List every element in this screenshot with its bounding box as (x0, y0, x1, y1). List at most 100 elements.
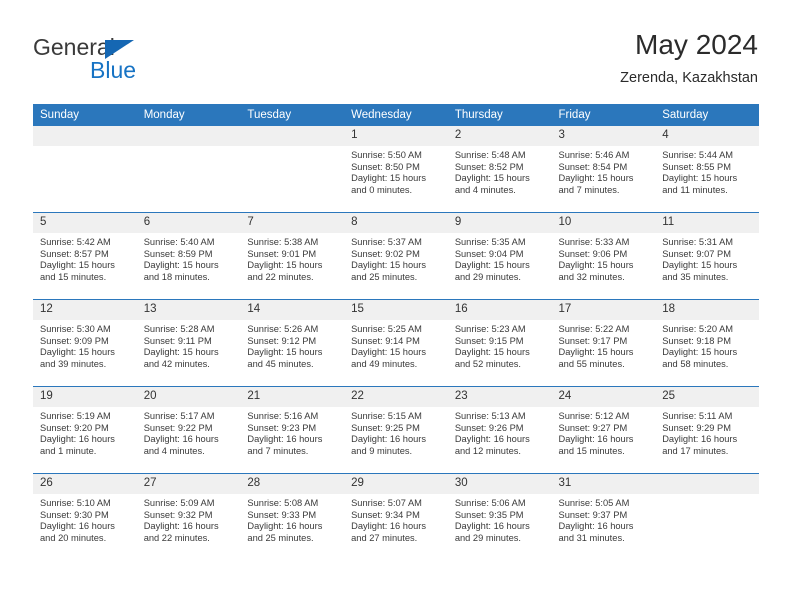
daylight-text-line2: and 0 minutes. (351, 184, 413, 195)
sunrise-text: Sunrise: 5:42 AM (40, 237, 111, 247)
calendar-day-cell[interactable]: 11 Sunrise: 5:31 AM Sunset: 9:07 PM Dayligh… (655, 212, 759, 300)
calendar-week-row: 1 Sunrise: 5:50 AM Sunset: 8:50 PM Daylight… (33, 126, 759, 213)
day-sun-info: Sunrise: 5:42 AM Sunset: 8:57 PM Daylight:… (33, 233, 137, 283)
sunrise-text: Sunrise: 5:10 AM (40, 498, 111, 508)
day-cell-content: 31 Sunrise: 5:05 AM Sunset: 9:37 PM Dayligh… (551, 474, 656, 560)
day-number: 13 (136, 300, 241, 320)
daylight-text-line2: and 9 minutes. (351, 445, 413, 456)
day-cell-content (240, 126, 345, 212)
calendar-day-cell[interactable]: 23 Sunrise: 5:13 AM Sunset: 9:26 PM Dayligh… (447, 386, 552, 474)
calendar-day-cell[interactable]: 14 Sunrise: 5:26 AM Sunset: 9:12 PM Dayligh… (240, 299, 345, 387)
daylight-text-line1: Daylight: 15 hours (351, 260, 427, 271)
calendar-day-cell[interactable]: 17 Sunrise: 5:22 AM Sunset: 9:17 PM Dayligh… (551, 299, 656, 387)
calendar-day-cell-empty (136, 126, 241, 213)
day-cell-content (33, 126, 137, 212)
daylight-text-line1: Daylight: 15 hours (247, 260, 323, 271)
day-number: 8 (344, 213, 448, 233)
calendar-day-cell[interactable]: 7 Sunrise: 5:38 AM Sunset: 9:01 PM Daylight… (240, 212, 345, 300)
sunrise-text: Sunrise: 5:15 AM (351, 411, 422, 421)
calendar-day-cell[interactable]: 19 Sunrise: 5:19 AM Sunset: 9:20 PM Dayligh… (33, 386, 137, 474)
sunrise-text: Sunrise: 5:37 AM (351, 237, 422, 247)
sunrise-text: Sunrise: 5:44 AM (662, 150, 734, 160)
calendar-day-cell[interactable]: 20 Sunrise: 5:17 AM Sunset: 9:22 PM Dayligh… (136, 386, 241, 474)
calendar-day-cell[interactable]: 13 Sunrise: 5:28 AM Sunset: 9:11 PM Dayligh… (136, 299, 241, 387)
calendar-day-cell[interactable]: 3 Sunrise: 5:46 AM Sunset: 8:54 PM Daylight… (551, 126, 656, 213)
daylight-text-line1: Daylight: 15 hours (143, 260, 219, 271)
day-cell-content: 24 Sunrise: 5:12 AM Sunset: 9:27 PM Dayligh… (551, 387, 656, 473)
calendar-day-cell[interactable]: 24 Sunrise: 5:12 AM Sunset: 9:27 PM Dayligh… (551, 386, 656, 474)
sunset-text: Sunset: 9:09 PM (40, 335, 109, 346)
sunset-text: Sunset: 9:35 PM (454, 509, 524, 520)
sunrise-text: Sunrise: 5:23 AM (454, 324, 526, 334)
calendar-day-cell[interactable]: 21 Sunrise: 5:16 AM Sunset: 9:23 PM Dayligh… (240, 386, 345, 474)
day-number: 16 (447, 300, 552, 320)
day-number: 31 (551, 474, 656, 494)
calendar-day-cell[interactable]: 22 Sunrise: 5:15 AM Sunset: 9:25 PM Dayligh… (344, 386, 448, 474)
sunset-text: Sunset: 9:23 PM (247, 422, 317, 433)
day-number: 21 (240, 387, 345, 407)
sunset-text: Sunset: 9:12 PM (247, 335, 317, 346)
daylight-text-line2: and 22 minutes. (143, 532, 210, 543)
calendar-day-cell[interactable]: 2 Sunrise: 5:48 AM Sunset: 8:52 PM Daylight… (447, 126, 552, 213)
day-number: 25 (655, 387, 759, 407)
day-number: 22 (344, 387, 448, 407)
daylight-text-line1: Daylight: 15 hours (558, 347, 634, 358)
day-sun-info: Sunrise: 5:16 AM Sunset: 9:23 PM Daylight:… (240, 407, 344, 457)
sunset-text: Sunset: 9:30 PM (40, 509, 109, 520)
day-number: 5 (33, 213, 137, 233)
page-title: May 2024 (635, 29, 758, 60)
daylight-text-line1: Daylight: 15 hours (40, 260, 115, 271)
weekday-header-thursday: Thursday (447, 104, 552, 126)
daylight-text-line2: and 31 minutes. (558, 532, 625, 543)
calendar-day-cell[interactable]: 10 Sunrise: 5:33 AM Sunset: 9:06 PM Dayligh… (551, 212, 656, 300)
day-cell-content: 5 Sunrise: 5:42 AM Sunset: 8:57 PM Daylight… (33, 213, 137, 299)
daylight-text-line2: and 12 minutes. (454, 445, 521, 456)
calendar-day-cell[interactable]: 25 Sunrise: 5:11 AM Sunset: 9:29 PM Dayligh… (655, 386, 759, 474)
sunrise-text: Sunrise: 5:08 AM (247, 498, 319, 508)
day-sun-info: Sunrise: 5:13 AM Sunset: 9:26 PM Daylight:… (448, 407, 552, 457)
calendar-day-cell[interactable]: 1 Sunrise: 5:50 AM Sunset: 8:50 PM Daylight… (344, 126, 448, 213)
sunrise-text: Sunrise: 5:50 AM (351, 150, 422, 160)
day-cell-content: 20 Sunrise: 5:17 AM Sunset: 9:22 PM Dayligh… (136, 387, 241, 473)
calendar-day-cell[interactable]: 5 Sunrise: 5:42 AM Sunset: 8:57 PM Daylight… (33, 212, 137, 300)
calendar-day-cell[interactable]: 26 Sunrise: 5:10 AM Sunset: 9:30 PM Dayligh… (33, 473, 137, 560)
calendar-day-cell[interactable]: 4 Sunrise: 5:44 AM Sunset: 8:55 PM Daylight… (655, 126, 759, 213)
daylight-text-line1: Daylight: 15 hours (40, 347, 115, 358)
day-number: 17 (551, 300, 656, 320)
daylight-text-line2: and 11 minutes. (662, 184, 728, 195)
daylight-text-line1: Daylight: 16 hours (454, 434, 530, 445)
day-number: 26 (33, 474, 137, 494)
calendar-body: 1 Sunrise: 5:50 AM Sunset: 8:50 PM Daylight… (33, 126, 759, 560)
daylight-text-line2: and 52 minutes. (454, 358, 521, 369)
daylight-text-line2: and 49 minutes. (351, 358, 418, 369)
calendar-day-cell[interactable]: 30 Sunrise: 5:06 AM Sunset: 9:35 PM Dayligh… (447, 473, 552, 560)
day-sun-info: Sunrise: 5:35 AM Sunset: 9:04 PM Daylight:… (448, 233, 552, 283)
calendar-day-cell[interactable]: 28 Sunrise: 5:08 AM Sunset: 9:33 PM Dayligh… (240, 473, 345, 560)
day-cell-content: 14 Sunrise: 5:26 AM Sunset: 9:12 PM Dayligh… (240, 300, 345, 386)
calendar-header-row: Sunday Monday Tuesday Wednesday Thursday… (33, 104, 759, 126)
calendar-day-cell[interactable]: 16 Sunrise: 5:23 AM Sunset: 9:15 PM Dayligh… (447, 299, 552, 387)
day-sun-info: Sunrise: 5:40 AM Sunset: 8:59 PM Daylight:… (137, 233, 241, 283)
sunrise-text: Sunrise: 5:33 AM (558, 237, 630, 247)
calendar-day-cell[interactable]: 12 Sunrise: 5:30 AM Sunset: 9:09 PM Dayligh… (33, 299, 137, 387)
calendar-day-cell[interactable]: 18 Sunrise: 5:20 AM Sunset: 9:18 PM Dayligh… (655, 299, 759, 387)
calendar-day-cell[interactable]: 31 Sunrise: 5:05 AM Sunset: 9:37 PM Dayligh… (551, 473, 656, 560)
calendar-day-cell[interactable]: 15 Sunrise: 5:25 AM Sunset: 9:14 PM Dayligh… (344, 299, 448, 387)
calendar-day-cell[interactable]: 27 Sunrise: 5:09 AM Sunset: 9:32 PM Dayligh… (136, 473, 241, 560)
daylight-text-line1: Daylight: 16 hours (454, 521, 530, 532)
calendar-day-cell[interactable]: 29 Sunrise: 5:07 AM Sunset: 9:34 PM Dayligh… (344, 473, 448, 560)
sunrise-text: Sunrise: 5:38 AM (247, 237, 319, 247)
calendar-day-cell[interactable]: 6 Sunrise: 5:40 AM Sunset: 8:59 PM Daylight… (136, 212, 241, 300)
day-sun-info: Sunrise: 5:19 AM Sunset: 9:20 PM Daylight:… (33, 407, 137, 457)
page-subtitle-location: Zerenda, Kazakhstan (620, 70, 758, 86)
sunset-text: Sunset: 8:50 PM (351, 161, 420, 172)
daylight-text-line2: and 7 minutes. (558, 184, 620, 195)
sunrise-text: Sunrise: 5:12 AM (558, 411, 630, 421)
general-blue-logo[interactable]: General Blue (33, 34, 253, 90)
calendar-week-row: 5 Sunrise: 5:42 AM Sunset: 8:57 PM Daylight… (33, 212, 759, 300)
daylight-text-line2: and 35 minutes. (662, 271, 729, 282)
calendar-day-cell[interactable]: 9 Sunrise: 5:35 AM Sunset: 9:04 PM Daylight… (447, 212, 552, 300)
day-sun-info: Sunrise: 5:28 AM Sunset: 9:11 PM Daylight:… (137, 320, 241, 370)
day-sun-info: Sunrise: 5:20 AM Sunset: 9:18 PM Daylight:… (655, 320, 759, 370)
calendar-day-cell[interactable]: 8 Sunrise: 5:37 AM Sunset: 9:02 PM Daylight… (344, 212, 448, 300)
